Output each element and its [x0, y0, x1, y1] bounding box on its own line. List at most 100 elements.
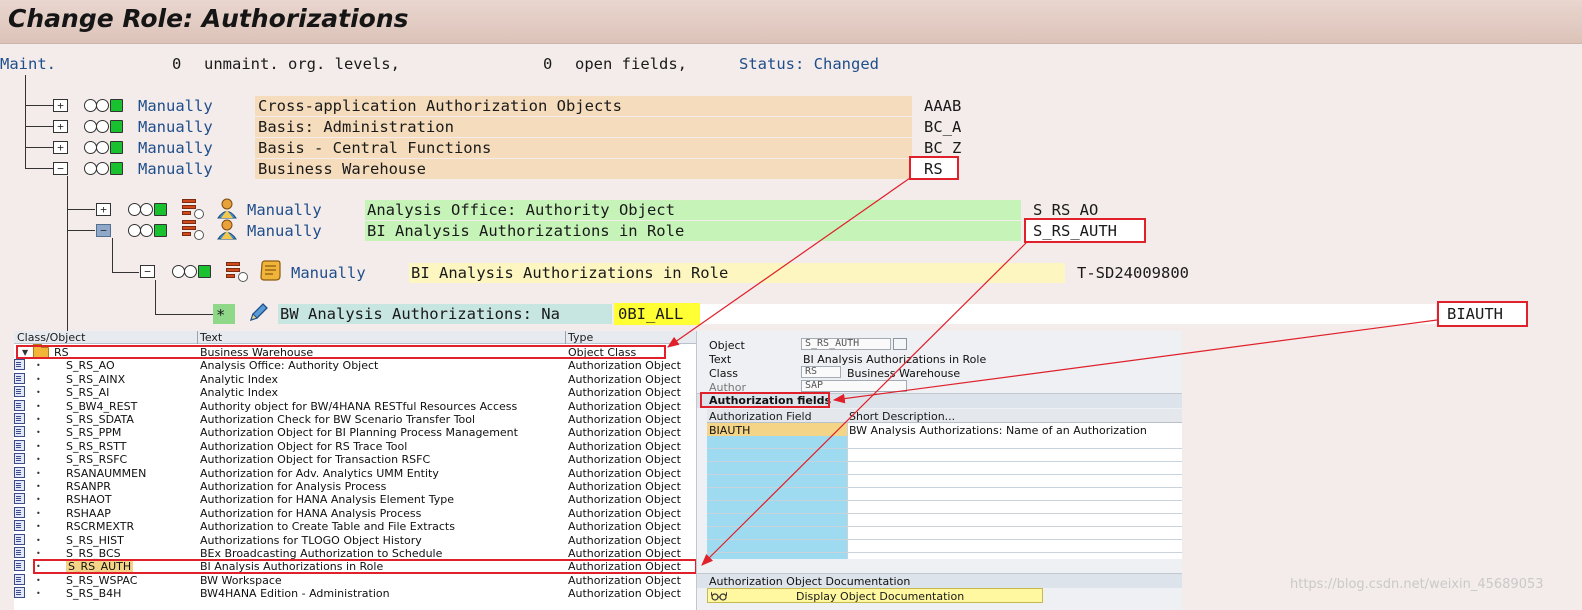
object-text: Authorization Check for BW Scenario Tran…	[200, 413, 476, 426]
author-field[interactable]: SAP	[801, 380, 907, 392]
document-icon	[14, 359, 25, 371]
expand-icon[interactable]: +	[53, 141, 68, 154]
table-row[interactable]: • S_RS_HIST Authorizations for TLOGO Objec…	[14, 533, 696, 547]
table-row[interactable]: • RSHAOT Authorization for HANA Analysis E…	[14, 493, 696, 506]
status-lights-icon	[128, 224, 168, 238]
object-type: Authorization Object	[568, 399, 681, 413]
expand-icon[interactable]: •	[36, 440, 41, 453]
table-row[interactable]: • S_RS_AI Analytic Index Authorization Obje…	[14, 386, 696, 399]
maintenance-status[interactable]: Manually	[247, 221, 322, 241]
scroll-icon[interactable]	[259, 260, 281, 282]
expand-icon[interactable]: •	[36, 520, 41, 533]
table-row[interactable]: • RSANPR Authorization for Analysis Proces…	[14, 480, 696, 493]
copy-icon[interactable]	[893, 338, 907, 350]
table-row[interactable]: • S_RS_B4H BW4HANA Edition - Administratio…	[14, 587, 696, 600]
tree-line	[112, 238, 113, 272]
object-type: Authorization Object	[568, 573, 681, 587]
node-text: Basis: Administration	[258, 118, 454, 136]
document-icon	[14, 533, 25, 545]
table-row[interactable]: • S_RS_WSPAC BW Workspace Authorization Obj…	[14, 573, 696, 587]
object-name: RSHAOT	[66, 493, 112, 507]
column-divider[interactable]	[197, 331, 198, 344]
expand-icon[interactable]: •	[36, 534, 41, 547]
expand-icon[interactable]: •	[36, 480, 41, 493]
object-text: BW4HANA Edition - Administration	[200, 587, 390, 601]
maintenance-status[interactable]: Manually	[138, 96, 213, 116]
column-header-class-object[interactable]: Class/Object	[17, 331, 85, 344]
expand-icon[interactable]: •	[36, 400, 41, 413]
annotation-box	[33, 559, 697, 574]
expand-icon[interactable]: •	[36, 426, 41, 439]
person-icon[interactable]	[216, 218, 238, 240]
object-text: Authorization for Adv. Analytics UMM Ent…	[200, 466, 439, 480]
object-type: Authorization Object	[568, 372, 681, 386]
object-type: Authorization Object	[568, 439, 681, 453]
object-text: Authorization Object for BI Planning Pro…	[200, 426, 518, 440]
expand-icon[interactable]: +	[96, 203, 111, 216]
expand-icon[interactable]: •	[36, 373, 41, 386]
column-header-field[interactable]: Authorization Field	[709, 410, 812, 423]
expand-icon[interactable]: •	[36, 493, 41, 506]
person-icon[interactable]	[216, 197, 238, 219]
field-description: BW Analysis Authorizations: Name of an A…	[849, 424, 1147, 437]
table-row[interactable]: • RSHAAP Authorization for HANA Analysis P…	[14, 506, 696, 520]
expand-icon[interactable]: •	[36, 507, 41, 520]
expand-icon[interactable]: •	[36, 386, 41, 399]
expand-icon[interactable]: •	[36, 574, 41, 587]
object-text: BW Workspace	[200, 573, 282, 587]
watermark: https://blog.csdn.net/weixin_45689053	[1290, 577, 1544, 592]
maintenance-status[interactable]: Manually	[247, 200, 322, 220]
display-documentation-button[interactable]: Display Object Documentation	[707, 588, 1043, 603]
expand-icon[interactable]: •	[36, 453, 41, 466]
document-icon	[14, 399, 25, 411]
expand-icon[interactable]: •	[36, 359, 41, 372]
collapse-icon[interactable]: −	[96, 224, 111, 237]
object-type: Authorization Object	[568, 426, 681, 440]
object-text: Authorization to Create Table and File E…	[200, 520, 455, 534]
collapse-icon[interactable]: −	[53, 162, 68, 175]
object-text: Analytic Index	[200, 386, 278, 400]
maintenance-status[interactable]: Manually	[138, 117, 213, 137]
column-header-text[interactable]: Text	[200, 331, 222, 344]
field-value[interactable]: 0BI_ALL	[618, 304, 683, 324]
expand-icon[interactable]: +	[53, 120, 68, 133]
node-code: S_RS_AUTH	[1033, 222, 1117, 240]
org-levels-icon[interactable]	[182, 220, 204, 240]
object-type: Authorization Object	[568, 466, 681, 480]
table-row[interactable]: • RSANAUMMEN Authorization for Adv. Analyt…	[14, 466, 696, 480]
table-row[interactable]: • S_RS_RSFC Authorization Object for Trans…	[14, 453, 696, 466]
object-name: S_RS_B4H	[66, 587, 122, 601]
expand-icon[interactable]: •	[36, 467, 41, 480]
object-name: RSCRMEXTR	[66, 520, 135, 534]
edit-pencil-icon[interactable]	[247, 302, 269, 324]
maintenance-status[interactable]: Manually	[138, 138, 213, 158]
table-row[interactable]: • S_RS_PPM Authorization Object for BI Pla…	[14, 426, 696, 439]
tree-line	[67, 176, 68, 332]
field-name[interactable]: BIAUTH	[709, 424, 750, 437]
object-field[interactable]: S_RS_AUTH	[801, 338, 891, 350]
tree-line	[25, 168, 53, 169]
collapse-icon[interactable]: −	[140, 265, 155, 278]
maint-link[interactable]: Maint.	[0, 54, 56, 74]
field-code: BIAUTH	[1447, 305, 1503, 323]
table-row[interactable]: • S_RS_RSTT Authorization Object for RS Tr…	[14, 439, 696, 453]
expand-icon[interactable]: +	[53, 99, 68, 112]
column-divider[interactable]	[565, 331, 566, 344]
table-row[interactable]: • S_RS_SDATA Authorization Check for BW Sc…	[14, 413, 696, 426]
org-levels-icon[interactable]	[182, 199, 204, 219]
maintenance-status[interactable]: Manually	[138, 159, 213, 179]
table-row[interactable]: • S_BW4_REST Authority object for BW/4HANA…	[14, 399, 696, 413]
table-row[interactable]: • S_RS_AINX Analytic Index Authorization Ob…	[14, 372, 696, 386]
expand-icon[interactable]: •	[36, 587, 41, 600]
class-field[interactable]: RS	[801, 366, 841, 378]
table-row[interactable]: • RSCRMEXTR Authorization to Create Table …	[14, 520, 696, 533]
org-levels-icon[interactable]	[226, 262, 248, 282]
object-text: Authorization Object for RS Trace Tool	[200, 439, 408, 453]
node-text: Analysis Office: Authority Object	[367, 201, 675, 219]
maintenance-status[interactable]: Manually	[291, 263, 366, 283]
expand-icon[interactable]: •	[36, 413, 41, 426]
table-row[interactable]: • S_RS_AO Analysis Office: Authority Objec…	[14, 359, 696, 372]
column-header-description[interactable]: Short Description...	[849, 410, 955, 423]
object-name: S_RS_AINX	[66, 372, 126, 386]
column-header-type[interactable]: Type	[568, 331, 593, 344]
